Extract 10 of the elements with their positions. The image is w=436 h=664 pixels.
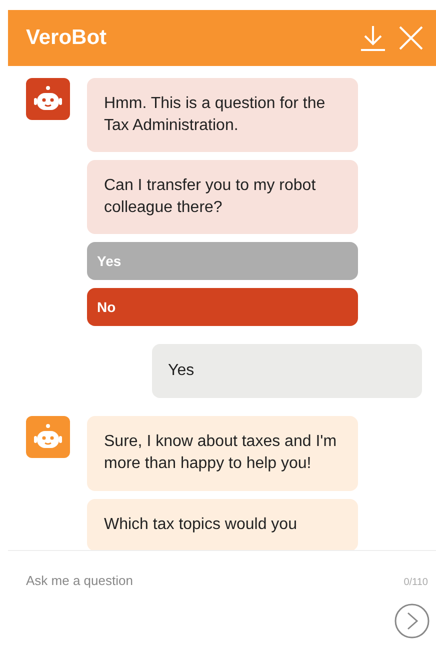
bot-message: Hmm. This is a question for the Tax Administration. xyxy=(87,78,358,152)
send-button[interactable] xyxy=(394,603,430,639)
bot-message: Which tax topics would you xyxy=(87,498,358,550)
answer-option[interactable]: No xyxy=(87,288,358,326)
user-message: Yes xyxy=(152,344,422,398)
chat-title: VeroBot xyxy=(26,25,107,52)
bot-message: Can I transfer you to my robot colleague there? xyxy=(87,160,358,234)
character-counter: 0/110 xyxy=(404,576,428,590)
download-button[interactable] xyxy=(358,23,388,53)
bot-message: Sure, I know about taxes and I'm more than happy to help you! xyxy=(87,416,358,491)
